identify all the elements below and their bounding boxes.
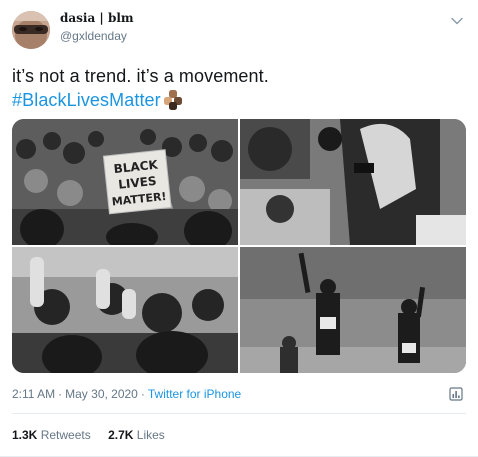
likes-stat[interactable]: 2.7K Likes bbox=[108, 428, 165, 442]
tweet-text: it’s not a trend. it’s a movement. #Blac… bbox=[12, 64, 269, 116]
retweets-label: Retweets bbox=[40, 428, 91, 442]
raised-fists-emoji-icon bbox=[163, 90, 183, 116]
source-link[interactable]: Twitter for iPhone bbox=[148, 387, 241, 401]
display-name[interactable]: dasia | blm bbox=[60, 11, 134, 26]
hashtag-link[interactable]: #BlackLivesMatter bbox=[12, 90, 161, 110]
raised-fist-photo[interactable] bbox=[240, 119, 466, 245]
tweet-card: dasia | blm @gxldenday it’s not a trend.… bbox=[0, 0, 478, 457]
tweet-date[interactable]: May 30, 2020 bbox=[65, 387, 138, 401]
retweets-stat[interactable]: 1.3K Retweets bbox=[12, 428, 91, 442]
crowd-fists-photo[interactable] bbox=[12, 247, 238, 373]
chevron-down-icon[interactable] bbox=[450, 14, 464, 28]
avatar[interactable] bbox=[12, 11, 50, 49]
meta-separator: · bbox=[140, 387, 145, 401]
retweets-count: 1.3K bbox=[12, 428, 38, 442]
analytics-icon[interactable] bbox=[448, 386, 464, 402]
protest-sign-photo[interactable]: BLACK LIVES MATTER! bbox=[12, 119, 238, 245]
tweet-text-line: it’s not a trend. it’s a movement. bbox=[12, 66, 269, 86]
profile-photo-icon bbox=[12, 11, 50, 49]
media-grid: BLACK LIVES MATTER! bbox=[12, 119, 466, 373]
meta-separator: · bbox=[58, 387, 63, 401]
likes-count: 2.7K bbox=[108, 428, 134, 442]
tweet-meta: 2:11 AM · May 30, 2020 · Twitter for iPhone bbox=[12, 386, 241, 402]
divider bbox=[12, 413, 466, 414]
tweet-time[interactable]: 2:11 AM bbox=[12, 387, 55, 401]
olympic-podium-photo[interactable] bbox=[240, 247, 466, 373]
likes-label: Likes bbox=[136, 428, 165, 442]
tweet-stats: 1.3K Retweets 2.7K Likes bbox=[12, 427, 179, 443]
user-info: dasia | blm @gxldenday bbox=[60, 11, 134, 44]
user-handle[interactable]: @gxldenday bbox=[60, 28, 134, 44]
